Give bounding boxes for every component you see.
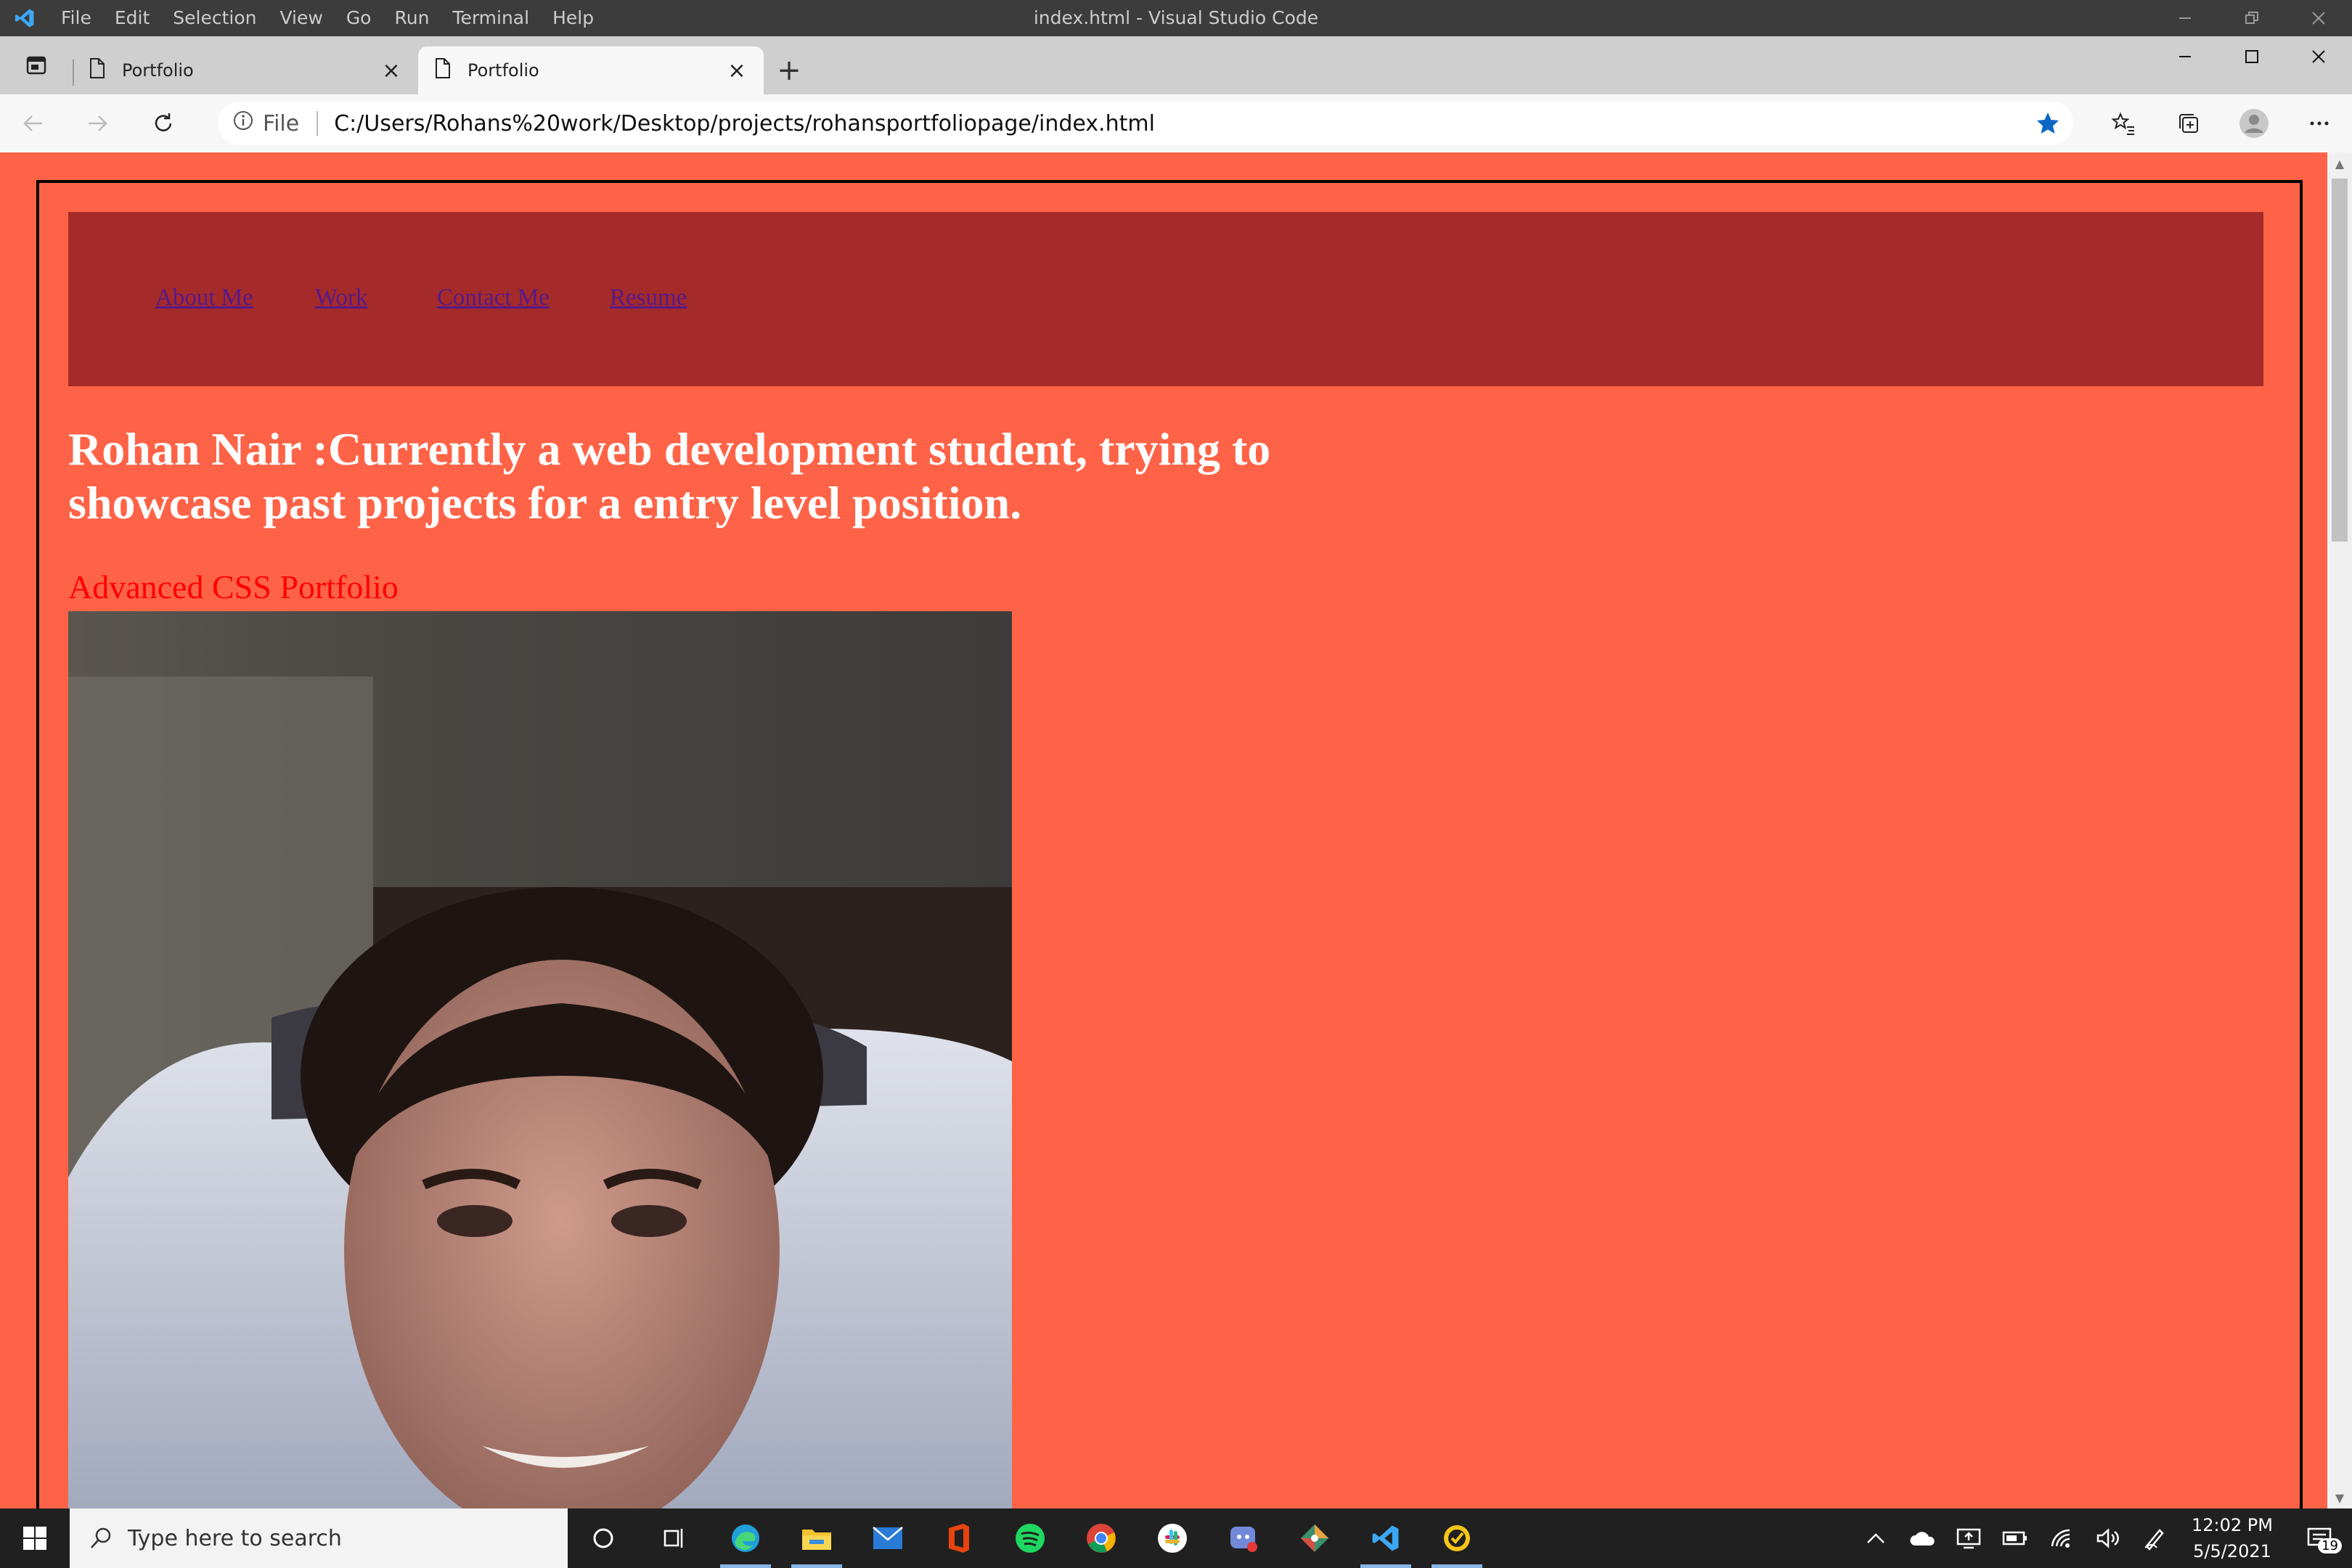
chrome-icon[interactable] <box>1066 1508 1137 1568</box>
menu-run[interactable]: Run <box>383 0 441 36</box>
favorites-icon[interactable] <box>2091 94 2156 152</box>
address-bar[interactable]: File C:/Users/Rohans%20work/Desktop/proj… <box>218 102 2073 145</box>
onedrive-cloud-icon[interactable] <box>1899 1530 1945 1547</box>
spotify-icon[interactable] <box>995 1508 1066 1568</box>
tab-portfolio-1[interactable]: Portfolio × <box>73 46 418 94</box>
wifi-icon[interactable] <box>2038 1527 2085 1549</box>
collections-icon[interactable] <box>2156 94 2221 152</box>
vscode-icon[interactable] <box>1350 1508 1421 1568</box>
url-text[interactable]: C:/Users/Rohans%20work/Desktop/projects/… <box>334 111 2022 136</box>
close-icon[interactable] <box>2285 36 2352 77</box>
taskbar-search-input[interactable]: Type here to search <box>70 1508 568 1568</box>
nav-link-contact-me[interactable]: Contact Me <box>437 285 550 311</box>
back-icon[interactable] <box>0 94 65 152</box>
search-placeholder: Type here to search <box>128 1525 342 1551</box>
cortana-icon[interactable] <box>568 1508 639 1568</box>
windows-taskbar: Type here to search 12:02 PM 5/5/2021 19 <box>0 1508 2352 1568</box>
page-headline: Rohan Nair :Currently a web development … <box>68 423 1271 528</box>
tab-close-icon[interactable]: × <box>726 58 748 83</box>
tab-title: Portfolio <box>122 60 194 81</box>
taskbar-clock[interactable]: 12:02 PM 5/5/2021 <box>2178 1512 2287 1564</box>
scroll-up-icon[interactable]: ▲ <box>2327 152 2352 174</box>
tab-separator <box>73 60 74 86</box>
scroll-down-icon[interactable]: ▼ <box>2327 1487 2352 1508</box>
nav-link-work[interactable]: Work <box>315 285 368 311</box>
address-separator <box>317 111 319 136</box>
profile-photo <box>68 611 1012 1508</box>
clock-time: 12:02 PM <box>2192 1515 2273 1535</box>
vscode-logo-icon <box>0 0 49 36</box>
favorite-star-icon[interactable] <box>2022 111 2073 136</box>
site-navbar: About Me Work Contact Me Resume <box>68 212 2263 386</box>
maximize-icon[interactable] <box>2218 36 2285 77</box>
scheme-label: File <box>263 110 300 136</box>
vscode-titlebar: File Edit Selection View Go Run Terminal… <box>0 0 2352 36</box>
windows-start-icon[interactable] <box>0 1508 70 1568</box>
browser-tabstrip: Portfolio × Portfolio × + <box>0 36 2352 94</box>
system-tray: 12:02 PM 5/5/2021 19 <box>1853 1508 2352 1568</box>
menu-go[interactable]: Go <box>335 0 383 36</box>
new-tab-icon[interactable]: + <box>764 46 814 94</box>
nav-link-about-me[interactable]: About Me <box>155 285 253 311</box>
minimize-icon[interactable] <box>2152 36 2218 77</box>
tab-title: Portfolio <box>467 60 539 81</box>
chevron-up-icon[interactable] <box>1853 1531 1899 1545</box>
edge-icon[interactable] <box>710 1508 781 1568</box>
browser-toolbar: File C:/Users/Rohans%20work/Desktop/proj… <box>0 94 2352 152</box>
tab-actions-icon[interactable] <box>0 36 73 94</box>
page-icon <box>434 57 452 83</box>
display-icon[interactable] <box>1945 1527 1992 1549</box>
minimize-icon[interactable] <box>2152 0 2218 36</box>
menu-terminal[interactable]: Terminal <box>441 0 541 36</box>
pen-ink-icon[interactable] <box>2131 1526 2178 1551</box>
menu-help[interactable]: Help <box>541 0 605 36</box>
file-explorer-icon[interactable] <box>781 1508 852 1568</box>
page-viewport: About Me Work Contact Me Resume Rohan Na… <box>7 152 2327 1508</box>
git-icon[interactable] <box>1279 1508 1350 1568</box>
nav-link-resume[interactable]: Resume <box>610 285 687 311</box>
volume-icon[interactable] <box>2085 1527 2131 1549</box>
refresh-icon[interactable] <box>131 94 196 152</box>
site-info[interactable]: File <box>232 110 299 137</box>
vscode-window-controls <box>2152 0 2352 36</box>
task-view-icon[interactable] <box>639 1508 710 1568</box>
tab-close-icon[interactable]: × <box>380 58 402 83</box>
notification-center-icon[interactable]: 19 <box>2287 1527 2352 1553</box>
discord-icon[interactable] <box>1208 1508 1279 1568</box>
menu-selection[interactable]: Selection <box>161 0 268 36</box>
menu-view[interactable]: View <box>268 0 334 36</box>
notification-count-badge: 19 <box>2318 1538 2342 1553</box>
mail-icon[interactable] <box>852 1508 923 1568</box>
battery-icon[interactable] <box>1992 1530 2038 1546</box>
toolbar-actions <box>2091 94 2352 152</box>
page-scrollbar[interactable]: ▲ ▼ <box>2327 152 2352 1508</box>
restore-icon[interactable] <box>2218 0 2285 36</box>
page-border: About Me Work Contact Me Resume Rohan Na… <box>36 180 2303 1508</box>
office-icon[interactable] <box>923 1508 995 1568</box>
profile-avatar-icon[interactable] <box>2221 94 2287 152</box>
vscode-menubar: File Edit Selection View Go Run Terminal… <box>49 0 605 36</box>
clock-date: 5/5/2021 <box>2193 1541 2271 1561</box>
search-icon <box>89 1526 113 1551</box>
norton-icon[interactable] <box>1421 1508 1493 1568</box>
tab-portfolio-2[interactable]: Portfolio × <box>418 46 764 94</box>
more-options-icon[interactable] <box>2287 94 2352 152</box>
close-icon[interactable] <box>2285 0 2352 36</box>
page-icon <box>89 57 106 83</box>
info-icon <box>232 110 254 137</box>
menu-edit[interactable]: Edit <box>103 0 161 36</box>
forward-icon[interactable] <box>65 94 131 152</box>
browser-window-controls <box>2152 36 2352 77</box>
menu-file[interactable]: File <box>49 0 103 36</box>
slack-icon[interactable] <box>1137 1508 1208 1568</box>
scroll-thumb[interactable] <box>2332 179 2348 542</box>
page-subheading: Advanced CSS Portfolio <box>68 568 399 605</box>
